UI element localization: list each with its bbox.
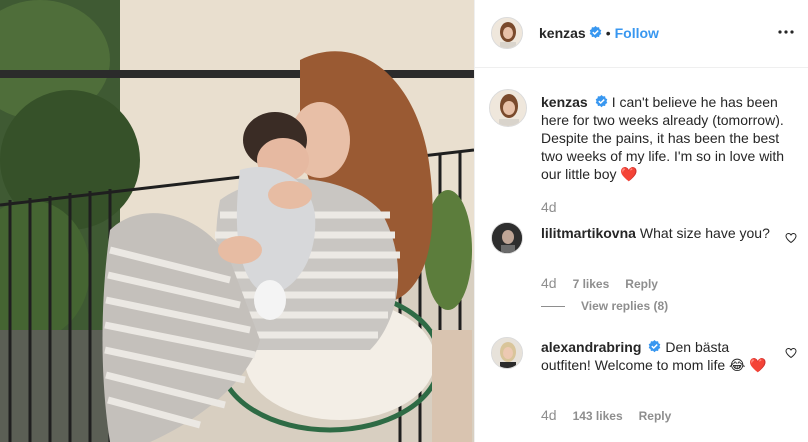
author-avatar[interactable] [491,17,523,49]
comment-username[interactable]: lilitmartikovna [541,225,636,241]
view-replies-button[interactable]: View replies (8) [541,299,668,313]
follow-button[interactable]: Follow [615,25,659,41]
comment-time[interactable]: 4d [541,275,557,291]
heart-emoji: ❤️ [620,167,638,183]
verified-badge-icon [595,95,608,108]
reply-button[interactable]: Reply [639,409,672,423]
verified-badge-icon [589,26,602,39]
caption-avatar[interactable] [489,89,527,127]
comment-body: What size have you? [639,225,770,241]
verified-badge-icon [649,340,661,353]
caption-text: kenzas I can't believe he has been here f… [541,93,799,184]
heart-emoji: ❤️ [749,358,767,374]
author-username[interactable]: kenzas [539,25,586,41]
comment-likes[interactable]: 7 likes [573,277,610,291]
comment-text: alexandrabring Den bästa outfiten! Welcom… [541,338,771,375]
post-photo[interactable] [0,0,474,442]
laughing-emoji: 😂 [729,358,746,374]
comment-meta: 4d 143 likes Reply [541,407,687,423]
comment-time[interactable]: 4d [541,407,557,423]
caption-username[interactable]: kenzas [541,94,588,110]
comment-likes[interactable]: 143 likes [573,409,623,423]
post-header: kenzas • Follow [475,0,808,68]
more-horizontal-icon[interactable] [777,24,795,40]
heart-outline-icon[interactable] [785,347,797,359]
separator-dot: • [605,25,611,41]
comment-item: alexandrabring Den bästa outfiten! Welcom… [475,337,808,437]
comment-item: lilitmartikovna What size have you? 4d 7 l… [475,222,808,322]
post-image [0,0,474,442]
caption-time[interactable]: 4d [541,199,557,215]
replies-divider [541,305,565,307]
heart-outline-icon[interactable] [785,232,797,244]
comment-meta: 4d 7 likes Reply [541,275,674,291]
caption-meta: 4d [541,199,573,215]
comment-avatar[interactable] [491,337,523,369]
comment-avatar[interactable] [491,222,523,254]
comment-text: lilitmartikovna What size have you? [541,224,771,242]
view-replies-label[interactable]: View replies (8) [581,299,668,313]
caption-block: kenzas I can't believe he has been here f… [475,69,808,221]
post-sidebar: kenzas • Follow kenzas I can't believe he h… [474,0,808,442]
reply-button[interactable]: Reply [625,277,658,291]
comment-username[interactable]: alexandrabring [541,339,641,355]
